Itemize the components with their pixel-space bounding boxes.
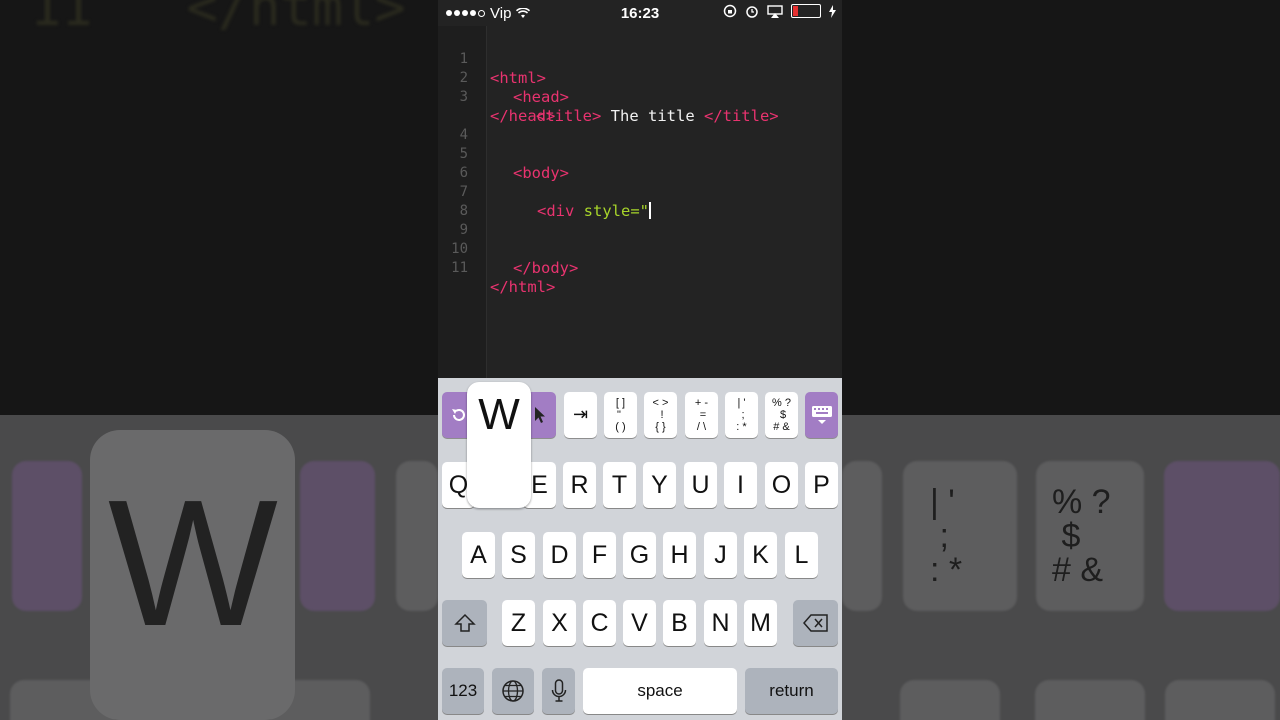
charging-icon (829, 4, 836, 18)
key-k[interactable]: K (744, 532, 777, 578)
space-key[interactable]: space (583, 668, 737, 714)
hide-keyboard-button[interactable] (805, 392, 838, 438)
key-t[interactable]: T (603, 462, 636, 508)
code-line[interactable]: 11 </html> (438, 240, 555, 296)
key-z[interactable]: Z (502, 600, 535, 646)
key-i[interactable]: I (724, 462, 757, 508)
keyboard-hide-icon (811, 406, 832, 424)
shift-key[interactable] (442, 600, 487, 646)
key-v[interactable]: V (623, 600, 656, 646)
background-key (300, 461, 375, 611)
background-key (12, 461, 82, 611)
key-u[interactable]: U (684, 462, 717, 508)
symbols-key[interactable]: % ? $ # & (765, 392, 798, 438)
background-code-text: 11 </html> (30, 0, 406, 38)
code-line[interactable]: 9 (438, 202, 494, 238)
key-m[interactable]: M (744, 600, 777, 646)
status-bar: Vip 16:23 (438, 0, 842, 26)
shift-icon (453, 613, 476, 632)
key-r[interactable]: R (563, 462, 596, 508)
key-x[interactable]: X (543, 600, 576, 646)
key-n[interactable]: N (704, 600, 737, 646)
globe-icon (502, 680, 524, 702)
key-o[interactable]: O (765, 462, 798, 508)
background-key-popup: W (90, 430, 295, 720)
key-h[interactable]: H (663, 532, 696, 578)
undo-icon (451, 409, 465, 421)
phone-screen: Vip 16:23 1 <html> 2 <head> 3 <title> Th… (438, 0, 842, 720)
tab-key[interactable]: ⇥ (564, 392, 597, 438)
code-line[interactable]: 6 (438, 145, 494, 181)
code-line[interactable]: </head> (438, 88, 555, 125)
text-cursor (648, 202, 651, 219)
background-key (1164, 461, 1280, 611)
numbers-key[interactable]: 123 (442, 668, 484, 714)
key-f[interactable]: F (583, 532, 616, 578)
brackets-key[interactable]: [ ] " ( ) (604, 392, 637, 438)
code-line[interactable]: 1 <html> (438, 31, 546, 87)
code-line[interactable]: 3 <title> The title </title> (438, 69, 779, 125)
battery-icon (791, 4, 821, 18)
key-p[interactable]: P (805, 462, 838, 508)
angle-brackets-key[interactable]: < > ! { } (644, 392, 677, 438)
code-line[interactable]: 7 <div style=" (438, 164, 651, 220)
cursor-icon (535, 407, 545, 423)
key-a[interactable]: A (462, 532, 495, 578)
microphone-icon (551, 679, 566, 702)
key-w-popup[interactable]: W (467, 382, 531, 508)
rotation-lock-icon (723, 4, 737, 18)
keyboard: ⇥ [ ] " ( ) < > ! { } + - = / \ | ' ; : … (438, 378, 842, 720)
key-b[interactable]: B (663, 600, 696, 646)
background-key (1165, 680, 1275, 720)
key-s[interactable]: S (502, 532, 535, 578)
background-key (396, 461, 438, 611)
backspace-icon (802, 614, 828, 632)
key-g[interactable]: G (623, 532, 656, 578)
background-symbol: % ? $ # & (1052, 483, 1111, 589)
key-l[interactable]: L (785, 532, 818, 578)
key-c[interactable]: C (583, 600, 616, 646)
background-key (900, 680, 1000, 720)
punctuation-key[interactable]: | ' ; : * (725, 392, 758, 438)
airplay-icon (767, 4, 783, 18)
code-line[interactable]: 10 </body> (438, 221, 578, 277)
delete-key[interactable] (793, 600, 838, 646)
code-line[interactable]: 8 (438, 183, 494, 219)
background-symbol: | ' ;: * (930, 483, 963, 589)
code-line[interactable]: 4 (438, 107, 494, 143)
key-d[interactable]: D (543, 532, 576, 578)
background-key (1035, 680, 1145, 720)
key-j[interactable]: J (704, 532, 737, 578)
operators-key[interactable]: + - = / \ (685, 392, 718, 438)
code-line[interactable]: 2 <head> (438, 50, 569, 106)
background-key (842, 461, 882, 611)
key-y[interactable]: Y (643, 462, 676, 508)
code-line[interactable]: 5 <body> (438, 126, 569, 182)
code-editor[interactable]: 1 <html> 2 <head> 3 <title> The title </… (438, 26, 842, 378)
alarm-icon (746, 6, 758, 18)
dictation-key[interactable] (542, 668, 575, 714)
return-key[interactable]: return (745, 668, 838, 714)
globe-key[interactable] (492, 668, 534, 714)
